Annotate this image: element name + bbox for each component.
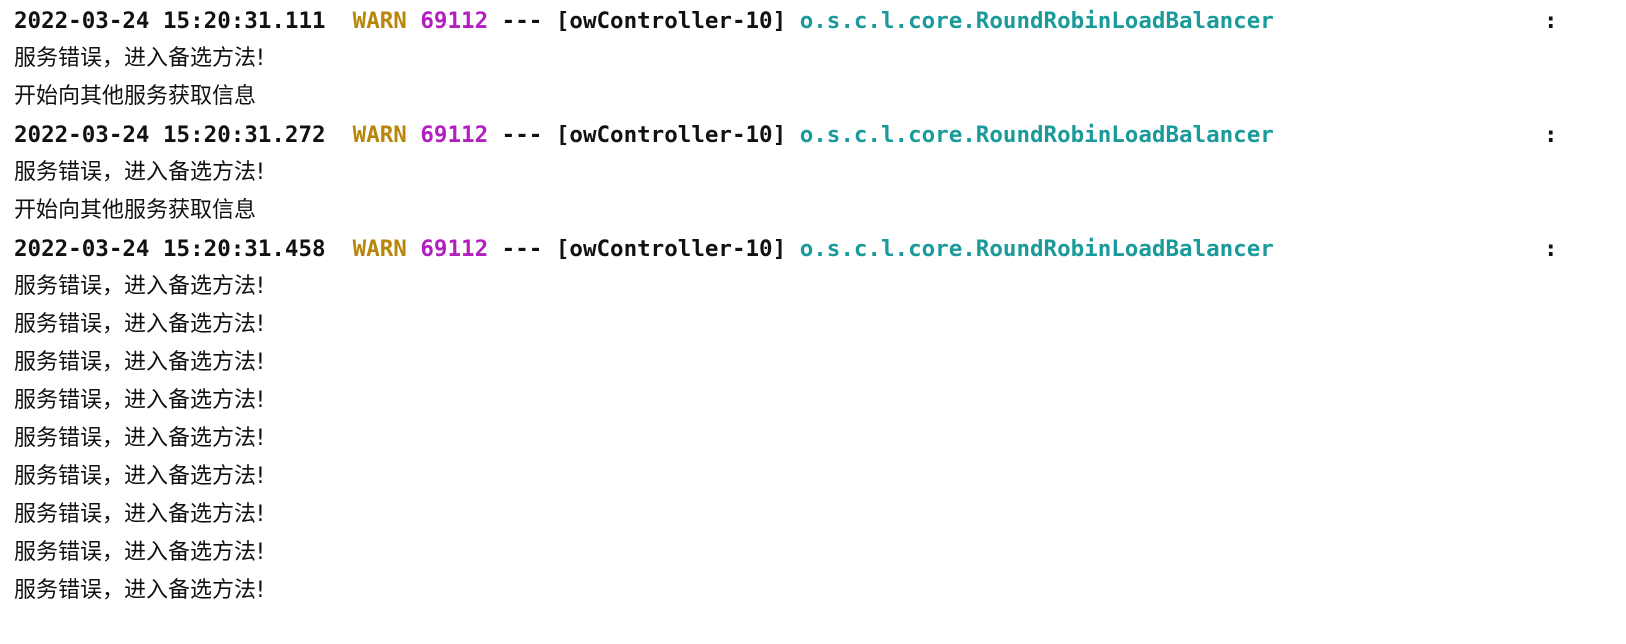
log-message: 开始向其他服务获取信息 bbox=[14, 84, 257, 109]
log-message: 服务错误，进入备选方法! bbox=[14, 540, 265, 565]
log-message: 服务错误，进入备选方法! bbox=[14, 388, 265, 413]
log-timestamp: 2022-03-24 15:20:31.111 bbox=[14, 8, 326, 34]
log-message: 服务错误，进入备选方法! bbox=[14, 426, 265, 451]
log-thread: [owController-10] bbox=[555, 236, 787, 262]
log-message: 服务错误，进入备选方法! bbox=[14, 274, 265, 299]
log-colon: : bbox=[1544, 236, 1558, 262]
log-colon: : bbox=[1544, 122, 1558, 148]
log-thread: [owController-10] bbox=[555, 122, 787, 148]
log-message: 服务错误，进入备选方法! bbox=[14, 502, 265, 527]
log-message: 开始向其他服务获取信息 bbox=[14, 198, 257, 223]
log-colon: : bbox=[1544, 8, 1558, 34]
log-message: 服务错误，进入备选方法! bbox=[14, 312, 265, 337]
console-output: 2022-03-24 15:20:31.111 WARN 69112 --- [… bbox=[0, 0, 1626, 644]
log-separator: --- bbox=[501, 8, 543, 34]
log-pid: 69112 bbox=[420, 236, 489, 262]
log-logger: o.s.c.l.core.RoundRobinLoadBalancer bbox=[799, 8, 1274, 34]
log-message: 服务错误，进入备选方法! bbox=[14, 464, 265, 489]
log-level: WARN bbox=[352, 8, 407, 34]
log-pid: 69112 bbox=[420, 122, 489, 148]
log-pid: 69112 bbox=[420, 8, 489, 34]
log-line: 2022-03-24 15:20:31.111 WARN 69112 --- [… bbox=[14, 2, 1626, 40]
log-timestamp: 2022-03-24 15:20:31.272 bbox=[14, 122, 326, 148]
log-logger: o.s.c.l.core.RoundRobinLoadBalancer bbox=[799, 236, 1274, 262]
log-timestamp: 2022-03-24 15:20:31.458 bbox=[14, 236, 326, 262]
log-separator: --- bbox=[501, 122, 543, 148]
log-line: 2022-03-24 15:20:31.458 WARN 69112 --- [… bbox=[14, 230, 1626, 268]
log-logger: o.s.c.l.core.RoundRobinLoadBalancer bbox=[799, 122, 1274, 148]
log-line: 2022-03-24 15:20:31.272 WARN 69112 --- [… bbox=[14, 116, 1626, 154]
log-level: WARN bbox=[352, 236, 407, 262]
log-separator: --- bbox=[501, 236, 543, 262]
log-thread: [owController-10] bbox=[555, 8, 787, 34]
log-message: 服务错误，进入备选方法! bbox=[14, 160, 265, 185]
log-message: 服务错误，进入备选方法! bbox=[14, 350, 265, 375]
log-message: 服务错误，进入备选方法! bbox=[14, 578, 265, 603]
log-message: 服务错误，进入备选方法! bbox=[14, 46, 265, 71]
log-level: WARN bbox=[352, 122, 407, 148]
